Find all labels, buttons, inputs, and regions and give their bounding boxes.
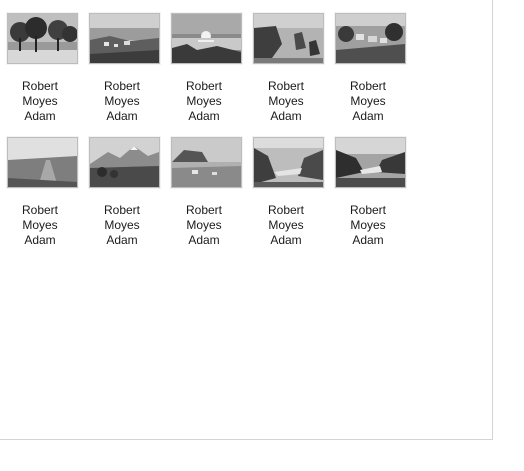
- caption-line: Moyes: [186, 94, 222, 108]
- photo-caption: Robert Moyes Adam: [171, 79, 237, 124]
- caption-line: Adam: [188, 233, 220, 247]
- gallery-item[interactable]: Robert Moyes Adam: [89, 13, 171, 128]
- caption-line: Adam: [352, 109, 384, 123]
- caption-line: Moyes: [104, 218, 140, 232]
- dark-loch-valley-photo[interactable]: [335, 137, 406, 188]
- caption-line: Adam: [106, 233, 138, 247]
- caption-line: Robert: [103, 203, 141, 217]
- photo-caption: Robert Moyes Adam: [89, 203, 155, 248]
- caption-line: Adam: [188, 109, 220, 123]
- photo-caption: Robert Moyes Adam: [7, 79, 73, 124]
- glen-with-loch-photo[interactable]: [253, 137, 324, 188]
- gallery-item[interactable]: Robert Moyes Adam: [89, 137, 171, 252]
- caption-line: Adam: [352, 233, 384, 247]
- caption-line: Robert: [267, 79, 305, 93]
- caption-line: Moyes: [268, 94, 304, 108]
- caption-line: Adam: [24, 109, 56, 123]
- photo-caption: Robert Moyes Adam: [335, 79, 401, 124]
- gallery-item[interactable]: Robert Moyes Adam: [253, 13, 335, 128]
- gallery-item[interactable]: Robert Moyes Adam: [171, 137, 253, 252]
- caption-line: Moyes: [22, 218, 58, 232]
- gallery-item[interactable]: Robert Moyes Adam: [171, 13, 253, 128]
- caption-line: Robert: [103, 79, 141, 93]
- gallery-row: Robert Moyes Adam Robert Moyes Adam Robe…: [7, 137, 417, 252]
- gallery-row: Robert Moyes Adam Robert Moyes Adam Robe…: [7, 13, 417, 128]
- caption-line: Moyes: [104, 94, 140, 108]
- thumbnail-grid: Robert Moyes Adam Robert Moyes Adam Robe…: [7, 13, 417, 252]
- caption-line: Robert: [21, 203, 59, 217]
- photo-caption: Robert Moyes Adam: [7, 203, 73, 248]
- caption-line: Moyes: [268, 218, 304, 232]
- photo-caption: Robert Moyes Adam: [171, 203, 237, 248]
- caption-line: Adam: [270, 109, 302, 123]
- gallery-item[interactable]: Robert Moyes Adam: [7, 137, 89, 252]
- harbour-town-photo[interactable]: [335, 13, 406, 64]
- caption-line: Moyes: [350, 218, 386, 232]
- photo-gallery-panel: Robert Moyes Adam Robert Moyes Adam Robe…: [0, 0, 493, 440]
- gallery-item[interactable]: Robert Moyes Adam: [7, 13, 89, 128]
- photo-caption: Robert Moyes Adam: [89, 79, 155, 124]
- caption-line: Robert: [21, 79, 59, 93]
- coastal-village-photo[interactable]: [89, 13, 160, 64]
- caption-line: Robert: [185, 79, 223, 93]
- misty-moor-road-photo[interactable]: [7, 137, 78, 188]
- gallery-item[interactable]: Robert Moyes Adam: [335, 137, 417, 252]
- caption-line: Robert: [349, 79, 387, 93]
- hillside-farm-photo[interactable]: [171, 137, 242, 188]
- gallery-item[interactable]: Robert Moyes Adam: [253, 137, 335, 252]
- sea-cliffs-photo[interactable]: [253, 13, 324, 64]
- gallery-item[interactable]: Robert Moyes Adam: [335, 13, 417, 128]
- photo-caption: Robert Moyes Adam: [253, 79, 319, 124]
- caption-line: Moyes: [350, 94, 386, 108]
- caption-line: Robert: [185, 203, 223, 217]
- caption-line: Moyes: [186, 218, 222, 232]
- photo-caption: Robert Moyes Adam: [335, 203, 401, 248]
- caption-line: Adam: [270, 233, 302, 247]
- photo-caption: Robert Moyes Adam: [253, 203, 319, 248]
- tree-lined-park-photo[interactable]: [7, 13, 78, 64]
- caption-line: Moyes: [22, 94, 58, 108]
- caption-line: Robert: [267, 203, 305, 217]
- sunset-over-loch-photo[interactable]: [171, 13, 242, 64]
- caption-line: Adam: [24, 233, 56, 247]
- mountain-range-photo[interactable]: [89, 137, 160, 188]
- caption-line: Robert: [349, 203, 387, 217]
- caption-line: Adam: [106, 109, 138, 123]
